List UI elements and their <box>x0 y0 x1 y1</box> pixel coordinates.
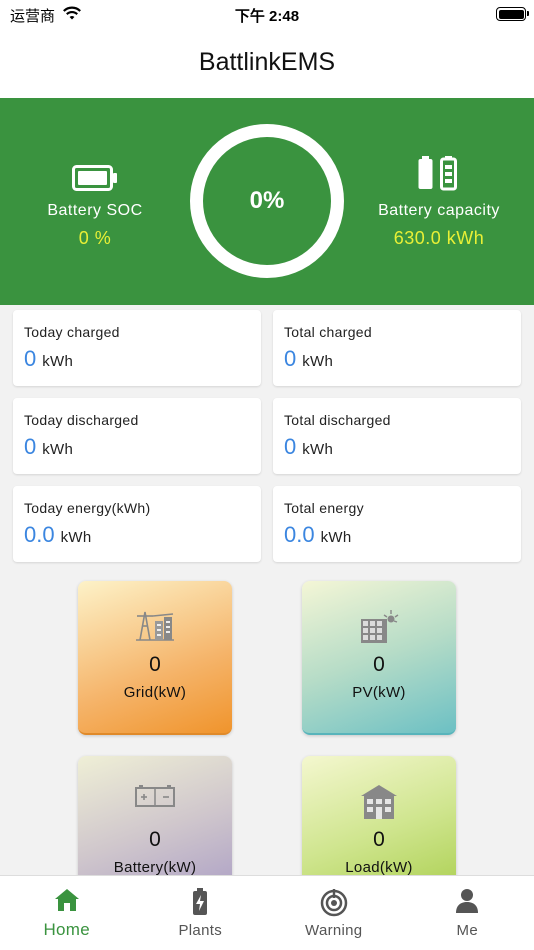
stat-unit: kWh <box>320 529 352 546</box>
stat-value: 0 <box>24 346 37 371</box>
stat-value: 0 <box>284 434 297 459</box>
tab-home[interactable]: Home <box>0 876 134 950</box>
battery-capacity-label: Battery capacity <box>378 202 500 219</box>
tab-plants[interactable]: Plants <box>134 876 268 950</box>
solar-panel-icon <box>359 609 399 650</box>
tab-plants-label: Plants <box>178 922 222 939</box>
total-discharged-card: Total discharged 0 kWh <box>273 398 521 474</box>
battery-plants-icon <box>192 888 208 921</box>
battery-capacity-block: Battery capacity 630.0 kWh <box>356 156 522 249</box>
clock: 下午 2:48 <box>234 8 300 25</box>
stat-unit: kWh <box>42 441 74 458</box>
status-battery-icon <box>496 7 529 21</box>
stat-unit: kWh <box>60 529 92 546</box>
battery-soc-block: Battery SOC 0 % <box>20 156 170 249</box>
tab-bar: Home Plants Warning Me <box>0 875 534 950</box>
today-energy-card: Today energy(kWh) 0.0 kWh <box>13 486 261 562</box>
tab-me-label: Me <box>456 922 478 939</box>
total-charged-card: Total charged 0 kWh <box>273 310 521 386</box>
grid-power-tile[interactable]: 0 Grid(kW) <box>78 581 232 735</box>
stat-name: Total charged <box>284 324 372 340</box>
load-power-value: 0 <box>373 828 385 851</box>
tab-warning-label: Warning <box>305 922 363 939</box>
stat-name: Today energy(kWh) <box>24 500 151 516</box>
stat-name: Today charged <box>24 324 120 340</box>
battery-soc-label: Battery SOC <box>47 202 143 219</box>
stat-unit: kWh <box>42 353 74 370</box>
battery-power-value: 0 <box>149 828 161 851</box>
home-icon <box>54 888 80 917</box>
person-icon <box>455 888 479 919</box>
stat-name: Today discharged <box>24 412 139 428</box>
soc-ring-value: 0% <box>249 187 285 214</box>
soc-ring-gauge: 0% <box>190 124 344 278</box>
tab-warning[interactable]: Warning <box>267 876 401 950</box>
stat-value: 0.0 <box>24 522 55 547</box>
stat-unit: kWh <box>302 353 334 370</box>
stat-value: 0.0 <box>284 522 315 547</box>
battery-capacity-value: 630.0 kWh <box>393 228 485 248</box>
pv-power-value: 0 <box>373 653 385 676</box>
today-discharged-card: Today discharged 0 kWh <box>13 398 261 474</box>
today-charged-card: Today charged 0 kWh <box>13 310 261 386</box>
stat-value: 0 <box>24 434 37 459</box>
stat-unit: kWh <box>302 441 334 458</box>
nav-bar: BattlinkEMS <box>0 30 534 98</box>
stat-name: Total discharged <box>284 412 391 428</box>
tab-home-label: Home <box>43 920 91 939</box>
pv-power-tile[interactable]: 0 PV(kW) <box>302 581 456 735</box>
page-title: BattlinkEMS <box>198 48 336 76</box>
battery-summary-panel: Battery SOC 0 % 0% Battery capacity 630.… <box>0 98 534 305</box>
battery-pack-icon <box>135 784 175 813</box>
warning-signal-icon <box>319 888 349 923</box>
battery-soc-value: 0 % <box>78 228 112 248</box>
tab-me[interactable]: Me <box>401 876 534 950</box>
grid-power-label: Grid(kW) <box>123 684 187 701</box>
stat-value: 0 <box>284 346 297 371</box>
total-energy-card: Total energy 0.0 kWh <box>273 486 521 562</box>
battery-soc-icon <box>72 165 118 196</box>
load-power-label: Load(kW) <box>345 859 413 876</box>
pv-power-label: PV(kW) <box>352 684 406 701</box>
battery-capacity-icon <box>417 155 461 196</box>
grid-power-value: 0 <box>149 653 161 676</box>
stat-name: Total energy <box>284 500 364 516</box>
battery-power-label: Battery(kW) <box>113 859 197 876</box>
grid-tower-icon <box>135 609 175 646</box>
status-bar: 运营商 下午 2:48 <box>0 0 534 30</box>
building-load-icon <box>360 784 398 825</box>
